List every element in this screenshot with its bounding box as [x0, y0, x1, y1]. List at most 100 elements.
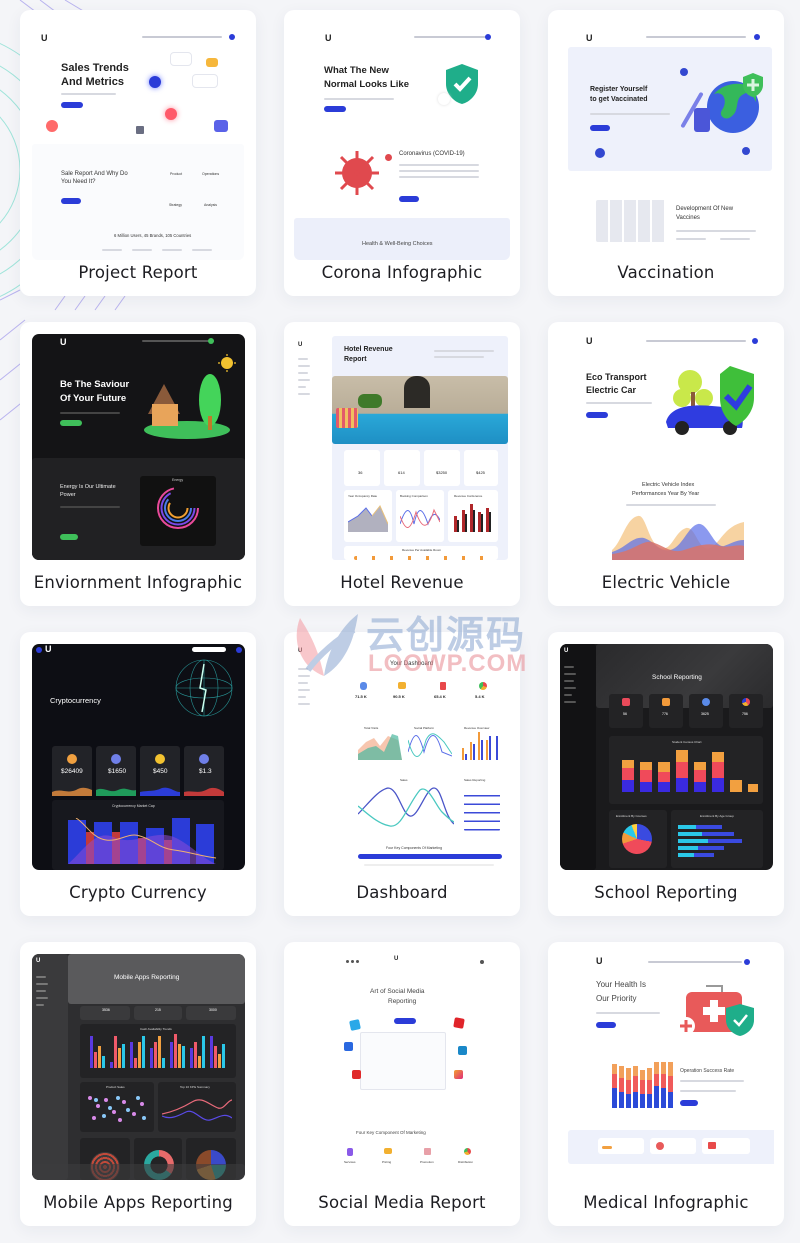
stat-value: $3250: [436, 470, 448, 475]
youtube-icon: [352, 1070, 361, 1079]
card-title[interactable]: Project Report: [20, 263, 256, 282]
sparkline-coin: [140, 787, 180, 796]
stat-value: 90.5 K: [393, 694, 405, 699]
stat-value: 65.4 K: [434, 694, 446, 699]
card-title[interactable]: Crypto Currency: [20, 883, 256, 902]
market-cap-chart: [68, 818, 217, 864]
stat-value: 3625: [701, 712, 709, 716]
card-title[interactable]: Vaccination: [548, 263, 784, 282]
hero-title: Art of Social Media: [370, 988, 425, 995]
coin-icon: [199, 754, 209, 764]
preview-enviornment-infographic: U Be The Saviour Of Your Future Energy I…: [32, 334, 245, 560]
card-title[interactable]: Medical Infographic: [548, 1193, 784, 1212]
hero-title: Register Yourself: [590, 86, 648, 93]
card-title[interactable]: Mobile Apps Reporting: [20, 1193, 256, 1212]
globe-wireframe-illustration: [175, 659, 233, 717]
sales-line-chart: [358, 787, 454, 827]
template-card-crypto-currency[interactable]: U Cryptocurrency $26409 $1650 $450 $1.3 …: [20, 632, 256, 916]
template-card-electric-vehicle[interactable]: U Eco Transport Electric Car Electric Ve…: [548, 322, 784, 606]
ev-performance-area-chart: [612, 515, 744, 560]
template-card-mobile-apps-reporting[interactable]: U Mobile Apps Reporting 3536 215 3000 Ca…: [20, 942, 256, 1226]
card-title[interactable]: Enviornment Infographic: [20, 573, 256, 592]
hero-title: Your Dashboard: [390, 661, 434, 667]
hero-title: Sales Trends: [61, 62, 129, 74]
card-title[interactable]: Corona Infographic: [284, 263, 520, 282]
total-visits-area-chart: [358, 734, 402, 760]
card-title[interactable]: Electric Vehicle: [548, 573, 784, 592]
hero-title: Your Health Is: [596, 980, 646, 989]
template-card-project-report[interactable]: U Sales Trends And Metrics Sale Report A…: [20, 10, 256, 296]
cabin-illustration: [144, 374, 230, 439]
social-platform-line-chart: [408, 733, 452, 757]
template-card-vaccination[interactable]: U Register Yourself to get Vaccinated De…: [548, 10, 784, 296]
hero-title: School Reporting: [652, 674, 702, 681]
enrollment-age-bar-chart: [678, 825, 742, 857]
hero-title: Cryptocurrency: [50, 696, 101, 705]
feature-label: Pricing: [382, 1160, 392, 1164]
stat-value: 5.4 K: [475, 694, 485, 699]
template-card-school-reporting[interactable]: U School Reporting 56 776 3625 756 Stude…: [548, 632, 784, 916]
preview-social-media-report: U Art of Social Media Reporting Four Key…: [294, 952, 510, 1180]
virus-icon: [335, 151, 379, 195]
template-card-enviornment-infographic[interactable]: U Be The Saviour Of Your Future Energy I…: [20, 322, 256, 606]
hero-title: What The New: [324, 65, 389, 76]
revenue-overview-bar-chart: [462, 732, 498, 760]
template-card-dashboard[interactable]: U Your Dashboard 71.5 K 90.5 K 65.4 K 5.…: [284, 632, 520, 916]
student-census-stacked-bar-chart: [622, 750, 758, 792]
template-card-medical-infographic[interactable]: U Your Health Is Our Priority Operation …: [548, 942, 784, 1226]
section-title: Electric Vehicle Index: [642, 482, 695, 488]
stat-value: 776: [662, 712, 668, 716]
hero-title: Eco Transport: [586, 372, 647, 382]
bag-icon: [440, 682, 446, 690]
feature-label: Services: [344, 1160, 356, 1164]
pinterest-icon: [453, 1017, 465, 1029]
section-title: Energy Is Our Ultimate: [60, 484, 116, 490]
price-value: $1650: [108, 768, 127, 775]
sun-icon: [218, 354, 236, 372]
preview-medical-infographic: U Your Health Is Our Priority Operation …: [558, 952, 774, 1180]
chart-title: Student Census Chart: [672, 740, 702, 744]
card-title[interactable]: Social Media Report: [284, 1193, 520, 1212]
brand-logo: U: [41, 33, 48, 43]
occupancy-area-chart: [348, 505, 388, 532]
megaphone-icon: [398, 682, 406, 689]
first-aid-kit-illustration: [677, 985, 754, 1036]
stat-value: 756: [742, 712, 748, 716]
template-card-hotel-revenue[interactable]: U Hotel Revenue Report 36 614 $3250 $425…: [284, 322, 520, 606]
preview-school-reporting: U School Reporting 56 776 3625 756 Stude…: [560, 644, 773, 870]
section-title: Sale Report And Why Do: [61, 171, 128, 177]
card-title[interactable]: Hotel Revenue: [284, 573, 520, 592]
linkedin-icon: [458, 1046, 467, 1055]
settings-icon: [480, 960, 484, 964]
feature-label: Promotion: [420, 1160, 434, 1164]
card-title[interactable]: School Reporting: [548, 883, 784, 902]
preview-electric-vehicle: U Eco Transport Electric Car Electric Ve…: [558, 334, 774, 560]
template-card-corona-infographic[interactable]: U What The New Normal Looks Like Coronav…: [284, 10, 520, 296]
hero-title: Hotel Revenue: [344, 346, 393, 353]
ethereum-icon: [111, 754, 121, 764]
vaccine-vials: [596, 200, 666, 242]
user-icon: [360, 682, 367, 690]
stat-value: 3536: [102, 1008, 110, 1012]
card-title[interactable]: Dashboard: [284, 883, 520, 902]
feature-label: Distribution: [458, 1160, 474, 1164]
electric-car-illustration: [666, 366, 754, 435]
template-card-social-media-report[interactable]: U Art of Social Media Reporting Four Key…: [284, 942, 520, 1226]
preview-dashboard: U Your Dashboard 71.5 K 90.5 K 65.4 K 5.…: [294, 644, 510, 870]
coin-icon: [155, 754, 165, 764]
preview-hotel-revenue: U Hotel Revenue Report 36 614 $3250 $425…: [294, 334, 510, 560]
dashboard-laptop-mockup: [360, 1032, 446, 1090]
stat-value: 56: [623, 712, 627, 716]
enrollment-pie-chart: [622, 824, 652, 854]
revenue-bar-chart: [454, 504, 491, 532]
sparkline-coin: [184, 787, 224, 796]
kpi-summary-line-chart: [162, 1099, 232, 1121]
preview-mobile-apps-reporting: U Mobile Apps Reporting 3536 215 3000 Ca…: [32, 954, 245, 1180]
table-title: Four Key Components Of Marketing: [386, 846, 443, 850]
shield-icon: [743, 73, 763, 97]
section-title: Coronavirus (COVID-19): [399, 151, 465, 157]
sparkline-ethereum: [96, 788, 136, 796]
price-value: $26409: [61, 768, 83, 775]
hero-title: Mobile Apps Reporting: [114, 974, 180, 981]
price-value: $1.3: [199, 768, 212, 775]
